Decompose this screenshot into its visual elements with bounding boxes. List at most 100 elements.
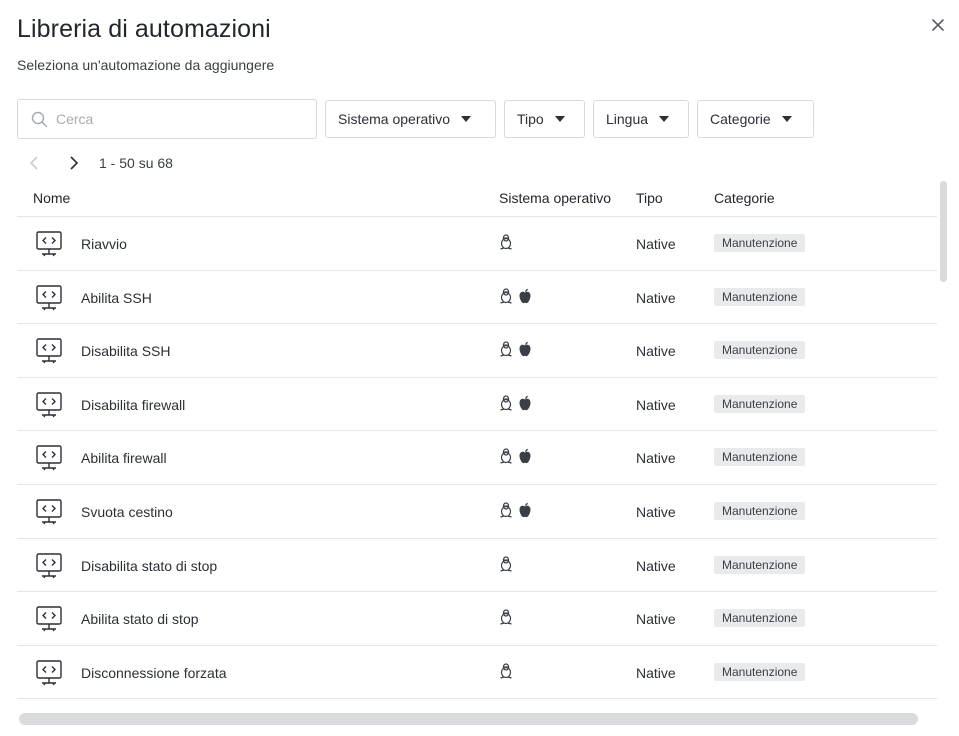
script-icon: [35, 230, 63, 261]
row-name: Disconnessione forzata: [81, 664, 227, 681]
caret-down-icon: [554, 116, 565, 122]
page-range: 1 - 50 su 68: [99, 155, 173, 171]
category-badge: Manutenzione: [714, 501, 806, 520]
row-type: Native: [636, 289, 676, 306]
apple-icon: [518, 288, 532, 304]
table-header: Nome Sistema operativo Tipo Categorie: [17, 180, 937, 217]
category-badge: Manutenzione: [714, 394, 806, 413]
table-row[interactable]: Svuota cestino Native Manutenzione: [17, 485, 937, 539]
search-icon: [31, 111, 48, 128]
table-row[interactable]: Riavvio Native Manutenzione: [17, 217, 937, 271]
automation-table: Nome Sistema operativo Tipo Categorie Ri…: [17, 180, 937, 700]
row-type: Native: [636, 664, 676, 681]
filter-os-dropdown[interactable]: Sistema operativo: [325, 100, 496, 138]
row-type: Native: [636, 343, 676, 360]
script-icon: [35, 552, 63, 583]
filter-os-label: Sistema operativo: [338, 111, 451, 127]
row-os-icons: [499, 448, 537, 465]
linux-icon: [499, 341, 513, 357]
row-name: Svuota cestino: [81, 503, 173, 520]
table-body: Riavvio Native Manutenzione Abilita SSH Nati…: [17, 217, 937, 700]
script-icon: [35, 605, 63, 636]
linux-icon: [499, 234, 513, 250]
row-type: Native: [636, 503, 676, 520]
row-type: Native: [636, 450, 676, 467]
search-input[interactable]: [56, 111, 296, 127]
horizontal-scrollbar[interactable]: [19, 713, 918, 725]
row-name: Disabilita SSH: [81, 343, 171, 360]
row-os-icons: [499, 341, 537, 357]
table-row[interactable]: Disconnessione forzata Native Manutenzione: [17, 646, 937, 700]
row-type: Native: [636, 396, 676, 413]
category-badge: Manutenzione: [714, 341, 806, 360]
table-row[interactable]: Disabilita SSH Native Manutenzione: [17, 324, 937, 378]
caret-down-icon: [461, 116, 472, 122]
row-type: Native: [636, 236, 676, 252]
pagination: 1 - 50 su 68: [25, 152, 173, 174]
category-badge: Manutenzione: [714, 609, 806, 628]
column-header-type[interactable]: Tipo: [636, 190, 663, 206]
script-icon: [35, 284, 63, 315]
search-field[interactable]: [17, 99, 317, 139]
table-row[interactable]: Abilita stato di stop Native Manutenzione: [17, 592, 937, 646]
filter-category-label: Categorie: [710, 111, 771, 127]
apple-icon: [518, 341, 532, 357]
script-icon: [35, 444, 63, 475]
linux-icon: [499, 502, 513, 518]
category-badge: Manutenzione: [714, 448, 806, 467]
table-row[interactable]: Disabilita stato di stop Native Manutenzio…: [17, 539, 937, 593]
linux-icon: [499, 555, 513, 572]
category-badge: Manutenzione: [714, 287, 806, 306]
row-os-icons: [499, 555, 518, 572]
filter-language-dropdown[interactable]: Lingua: [593, 100, 689, 138]
filter-language-label: Lingua: [606, 111, 649, 127]
script-icon: [35, 391, 63, 422]
table-row[interactable]: Disabilita firewall Native Manutenzione: [17, 378, 937, 432]
row-name: Abilita stato di stop: [81, 611, 199, 628]
apple-icon: [518, 502, 532, 518]
row-name: Abilita firewall: [81, 450, 167, 467]
script-icon: [35, 659, 63, 690]
linux-icon: [499, 287, 513, 304]
filter-category-dropdown[interactable]: Categorie: [697, 100, 814, 138]
row-type: Native: [636, 611, 676, 628]
linux-icon: [499, 663, 513, 679]
row-name: Abilita SSH: [81, 289, 152, 306]
prev-page-icon[interactable]: [25, 152, 43, 174]
column-header-name[interactable]: Nome: [33, 190, 70, 206]
row-name: Disabilita stato di stop: [81, 557, 218, 574]
close-icon[interactable]: [927, 14, 949, 36]
filter-type-dropdown[interactable]: Tipo: [504, 100, 585, 138]
filter-type-label: Tipo: [517, 111, 544, 127]
caret-down-icon: [659, 116, 670, 122]
vertical-scrollbar[interactable]: [940, 181, 947, 282]
column-header-category[interactable]: Categorie: [714, 190, 775, 206]
table-row[interactable]: Abilita SSH Native Manutenzione: [17, 271, 937, 325]
apple-icon: [518, 448, 532, 464]
row-os-icons: [499, 609, 518, 625]
column-header-os[interactable]: Sistema operativo: [499, 190, 611, 206]
next-page-icon[interactable]: [65, 152, 83, 174]
row-type: Native: [636, 557, 676, 574]
dialog-subtitle: Seleziona un'automazione da aggiungere: [17, 57, 275, 73]
automation-library-dialog: Libreria di automazioni Seleziona un'aut…: [0, 0, 959, 736]
row-os-icons: [499, 234, 518, 250]
dialog-title: Libreria di automazioni: [17, 15, 271, 43]
category-badge: Manutenzione: [714, 234, 806, 252]
row-os-icons: [499, 663, 518, 679]
script-icon: [35, 337, 63, 368]
caret-down-icon: [781, 116, 792, 122]
row-os-icons: [499, 395, 537, 411]
apple-icon: [518, 395, 532, 411]
linux-icon: [499, 395, 513, 411]
table-row[interactable]: Abilita firewall Native Manutenzione: [17, 431, 937, 485]
row-os-icons: [499, 287, 537, 304]
row-name: Disabilita firewall: [81, 396, 186, 413]
row-os-icons: [499, 502, 537, 518]
script-icon: [35, 498, 63, 529]
row-name: Riavvio: [81, 236, 127, 252]
linux-icon: [499, 448, 513, 465]
category-badge: Manutenzione: [714, 555, 806, 574]
linux-icon: [499, 609, 513, 625]
category-badge: Manutenzione: [714, 662, 806, 681]
